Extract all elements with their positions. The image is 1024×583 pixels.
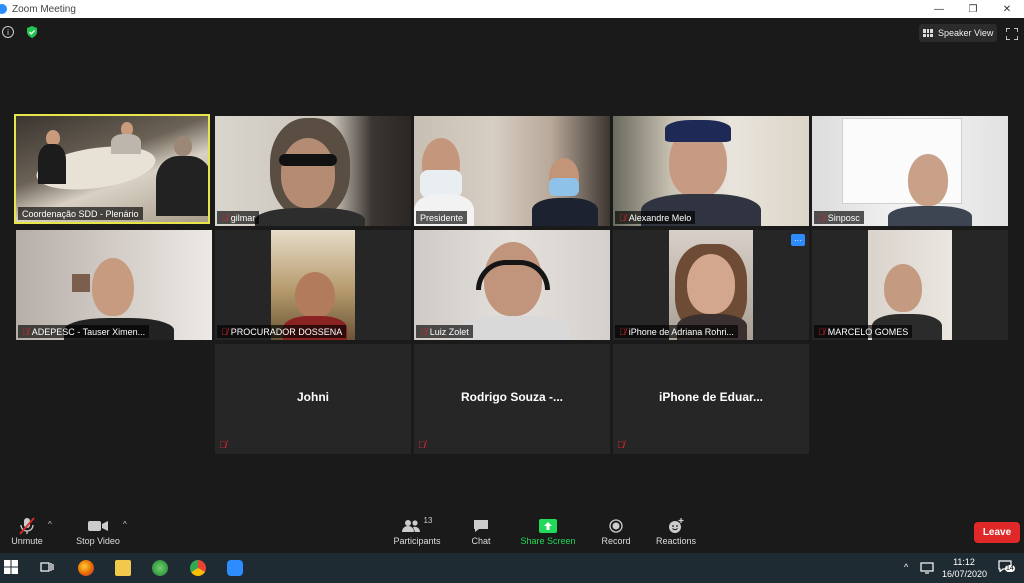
grid-icon <box>923 29 933 37</box>
security-shield-icon[interactable] <box>26 26 38 38</box>
participant-name: Rodrigo Souza -... <box>461 390 563 404</box>
window-title: Zoom Meeting <box>12 3 76 15</box>
video-tile[interactable]: 🎙̸ ADEPESC - Tauser Ximen... <box>16 230 212 340</box>
video-feed <box>16 230 212 340</box>
video-tile[interactable]: 🎙̸ PROCURADOR DOSSENA <box>215 230 411 340</box>
video-tile[interactable]: 🎙̸ Sinposc <box>812 116 1008 226</box>
chat-bubble-icon <box>473 516 489 536</box>
record-icon <box>609 516 623 536</box>
participants-count: 13 <box>423 516 433 525</box>
video-feed <box>414 116 610 226</box>
video-camera-icon <box>88 516 108 536</box>
tray-expand-caret-icon[interactable]: ^ <box>904 562 908 572</box>
notification-center-icon[interactable]: 14 <box>998 559 1016 577</box>
muted-mic-icon: 🎙̸ <box>619 212 626 223</box>
video-options-caret-icon[interactable]: ^ <box>123 520 127 529</box>
video-tile[interactable]: 🎙̸ Luiz Zolet <box>414 230 610 340</box>
video-tile[interactable]: 🎙̸ gilmar <box>215 116 411 226</box>
smiley-face-icon <box>668 516 684 536</box>
participant-name-tag: 🎙̸ Alexandre Melo <box>615 211 696 224</box>
participant-name: Johni <box>297 390 329 404</box>
unmute-button[interactable]: Unmute <box>10 516 44 546</box>
clock-date: 16/07/2020 <box>942 569 988 579</box>
video-feed <box>812 230 1008 340</box>
more-options-button[interactable]: ··· <box>791 234 805 246</box>
meeting-info-icon[interactable]: i <box>2 26 14 38</box>
windows-start-icon[interactable] <box>4 560 20 576</box>
muted-mic-icon: 🎙̸ <box>219 440 227 451</box>
participant-name-tag: 🎙̸ Sinposc <box>814 211 864 224</box>
taskbar-clock[interactable]: 11:12 16/07/2020 <box>942 556 988 580</box>
task-view-icon[interactable] <box>40 560 56 576</box>
video-feed <box>215 116 411 226</box>
video-feed <box>812 116 1008 226</box>
maps-globe-icon[interactable] <box>152 560 168 576</box>
muted-mic-icon: 🎙̸ <box>818 326 825 337</box>
video-feed <box>215 230 411 340</box>
stop-video-button[interactable]: Stop Video <box>74 516 122 546</box>
windows-taskbar: ^ 14 <box>0 553 1024 583</box>
participant-name-tag: 🎙̸ gilmar <box>217 211 260 224</box>
network-icon[interactable] <box>920 561 934 574</box>
video-tile[interactable]: 🎙̸ Alexandre Melo <box>613 116 809 226</box>
video-feed <box>613 230 809 340</box>
reactions-button[interactable]: Reactions <box>655 516 697 546</box>
chrome-icon[interactable] <box>190 560 206 576</box>
share-screen-icon <box>539 516 557 536</box>
video-tile[interactable]: Presidente <box>414 116 610 226</box>
participants-icon: 13 <box>401 516 433 536</box>
notification-count: 14 <box>1005 565 1015 572</box>
firefox-icon[interactable] <box>78 560 94 576</box>
participants-button[interactable]: 13 Participants <box>392 516 442 546</box>
muted-mic-icon <box>19 516 35 536</box>
record-button[interactable]: Record <box>600 516 632 546</box>
zoom-taskbar-icon[interactable] <box>227 560 243 576</box>
video-tile[interactable]: 🎙̸ MARCELO GOMES <box>812 230 1008 340</box>
muted-mic-icon: 🎙̸ <box>420 326 427 337</box>
speaker-view-button[interactable]: Speaker View <box>919 24 997 42</box>
close-window-button[interactable]: ✕ <box>990 0 1024 18</box>
participant-name: iPhone de Eduar... <box>658 390 764 404</box>
file-explorer-icon[interactable] <box>115 560 131 576</box>
muted-mic-icon: 🎙̸ <box>617 440 625 451</box>
muted-mic-icon: 🎙̸ <box>221 326 228 337</box>
muted-mic-icon: 🎙̸ <box>22 326 29 337</box>
audio-options-caret-icon[interactable]: ^ <box>48 520 52 529</box>
restore-button[interactable]: ❐ <box>956 0 990 18</box>
video-feed <box>613 116 809 226</box>
participant-name-tag: 🎙̸ ADEPESC - Tauser Ximen... <box>18 325 150 338</box>
fullscreen-icon[interactable] <box>1005 27 1019 41</box>
muted-mic-icon: 🎙̸ <box>418 440 426 451</box>
muted-mic-icon: 🎙̸ <box>818 212 825 223</box>
share-screen-button[interactable]: Share Screen <box>520 516 576 546</box>
participant-name-tag: Coordenação SDD - Plenário <box>18 207 143 220</box>
minimize-button[interactable]: — <box>922 0 956 18</box>
muted-mic-icon: 🎙̸ <box>221 212 228 223</box>
window-controls: — ❐ ✕ <box>922 0 1024 18</box>
meeting-toolbar: Unmute ^ Stop Video ^ 13 Participants Ch… <box>0 516 1024 553</box>
video-tile[interactable]: ··· 🎙̸ iPhone de Adriana Rohri... <box>613 230 809 340</box>
speaker-view-label: Speaker View <box>938 28 994 38</box>
chat-button[interactable]: Chat <box>466 516 496 546</box>
participant-name-tag: 🎙̸ Luiz Zolet <box>416 325 473 338</box>
participant-name-tag: 🎙̸ MARCELO GOMES <box>814 325 913 338</box>
video-feed <box>414 230 610 340</box>
participant-name-tag: 🎙̸ PROCURADOR DOSSENA <box>217 325 347 338</box>
zoom-app-icon <box>0 4 7 14</box>
muted-mic-icon: 🎙̸ <box>619 326 626 337</box>
video-tile[interactable]: Rodrigo Souza -... 🎙̸ <box>414 344 610 454</box>
clock-time: 11:12 <box>953 557 975 567</box>
leave-button[interactable]: Leave <box>974 522 1020 543</box>
participant-name-tag: 🎙̸ iPhone de Adriana Rohri... <box>615 325 738 338</box>
window-titlebar: Zoom Meeting — ❐ ✕ <box>0 0 1024 18</box>
participant-name-tag: Presidente <box>416 211 468 224</box>
video-tile[interactable]: Johni 🎙̸ <box>215 344 411 454</box>
video-tile[interactable]: Coordenação SDD - Plenário <box>14 114 210 224</box>
video-tile[interactable]: iPhone de Eduar... 🎙̸ <box>613 344 809 454</box>
